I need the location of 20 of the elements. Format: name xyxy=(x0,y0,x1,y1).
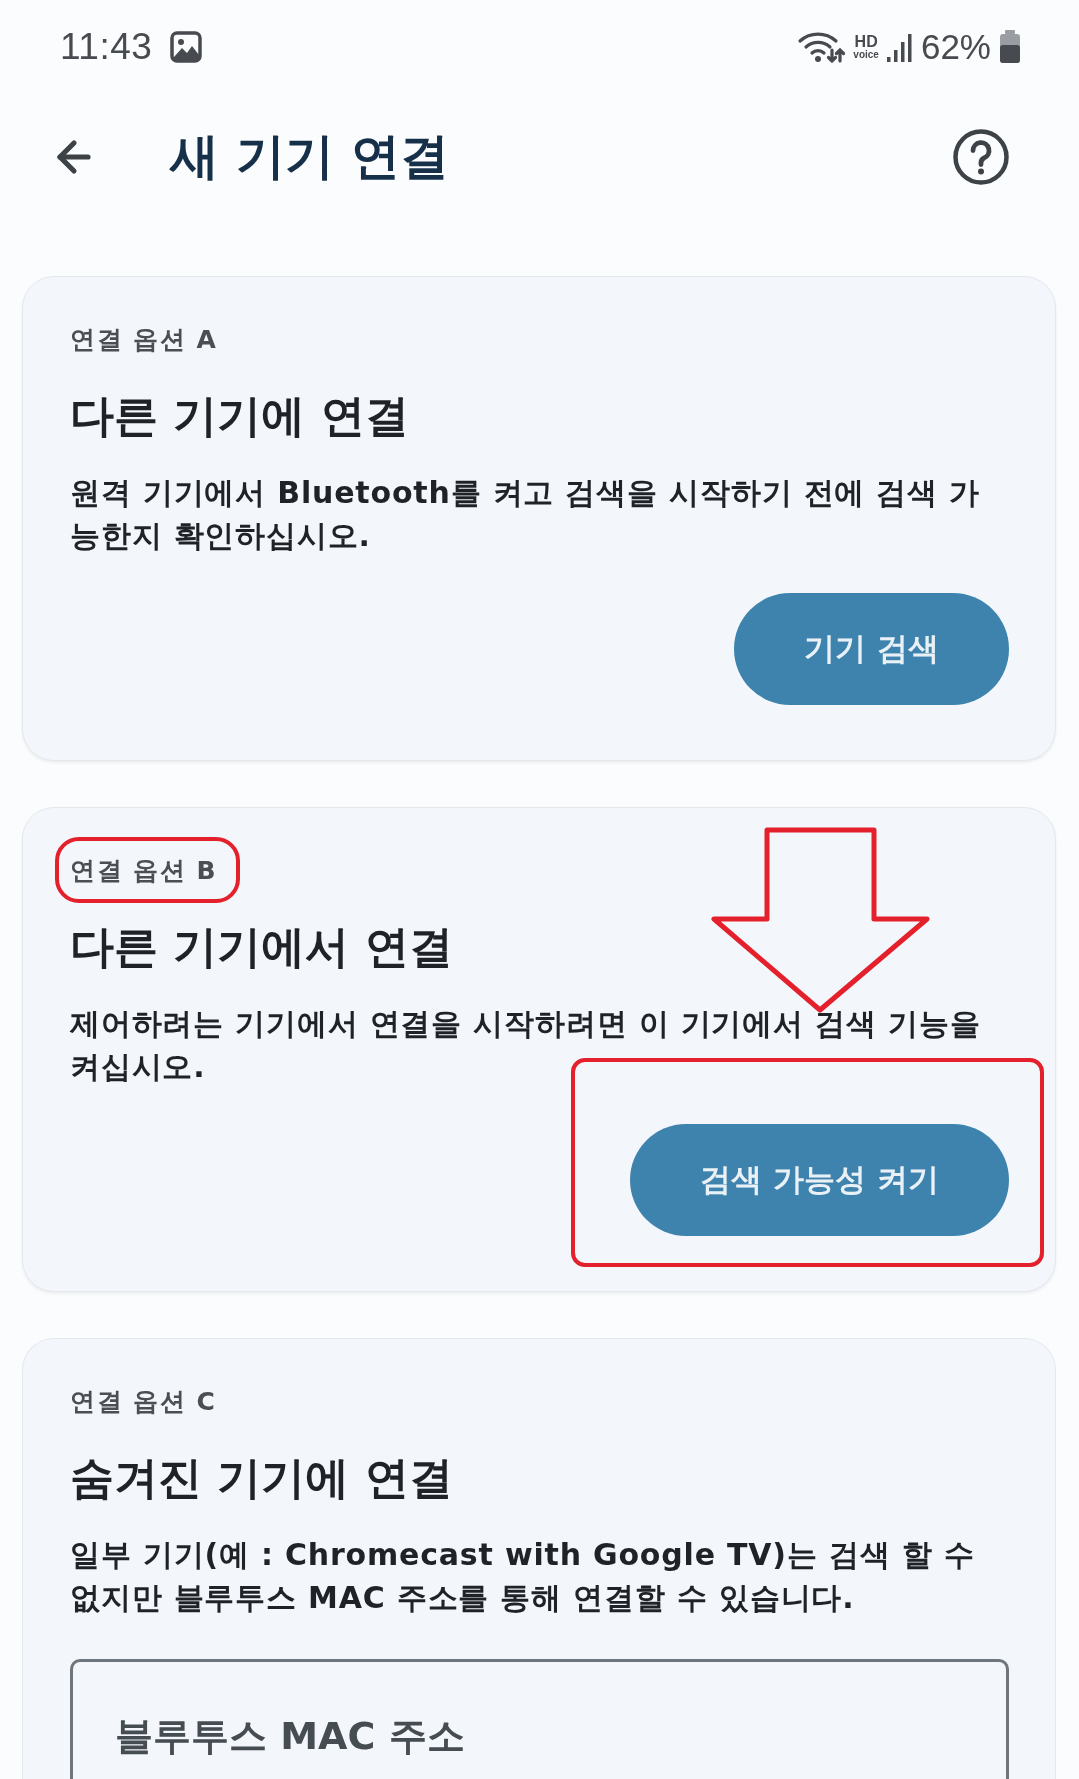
page-title: 새 기기 연결 xyxy=(170,127,451,187)
option-description: 일부 기기(예 : Chromecast with Google TV)는 검색 할 수 없지만 블루투스 MAC 주소를 통해 연결할 수 있습니다. xyxy=(70,1536,976,1617)
battery-percent: 62% xyxy=(920,29,991,64)
option-label: 연결 옵션 A xyxy=(70,324,218,356)
signal-icon xyxy=(886,31,913,62)
option-label: 연결 옵션 B xyxy=(70,855,217,887)
status-time: 11:43 xyxy=(60,28,153,65)
option-label: 연결 옵션 C xyxy=(70,1386,217,1418)
hd-voice-indicator: HD voice xyxy=(853,33,879,60)
mac-address-field[interactable]: 블루투스 MAC 주소 xyxy=(70,1659,1009,1779)
option-title: 다른 기기에 연결 xyxy=(70,389,410,443)
battery-icon xyxy=(999,29,1021,64)
gallery-icon xyxy=(170,30,203,63)
option-description: 원격 기기에서 Bluetooth를 켜고 검색을 시작하기 전에 검색 가능한지 확인하십시오. xyxy=(70,474,982,555)
option-description: 제어하려는 기기에서 연결을 시작하려면 이 기기에서 검색 기능을 켜십시오. xyxy=(70,1005,982,1086)
action-button[interactable]: 검색 가능성 켜기 xyxy=(630,1124,1009,1236)
action-button[interactable]: 기기 검색 xyxy=(734,593,1009,705)
help-icon[interactable] xyxy=(953,129,1009,185)
option-title: 다른 기기에서 연결 xyxy=(70,920,454,974)
option-title: 숨겨진 기기에 연결 xyxy=(70,1451,454,1505)
